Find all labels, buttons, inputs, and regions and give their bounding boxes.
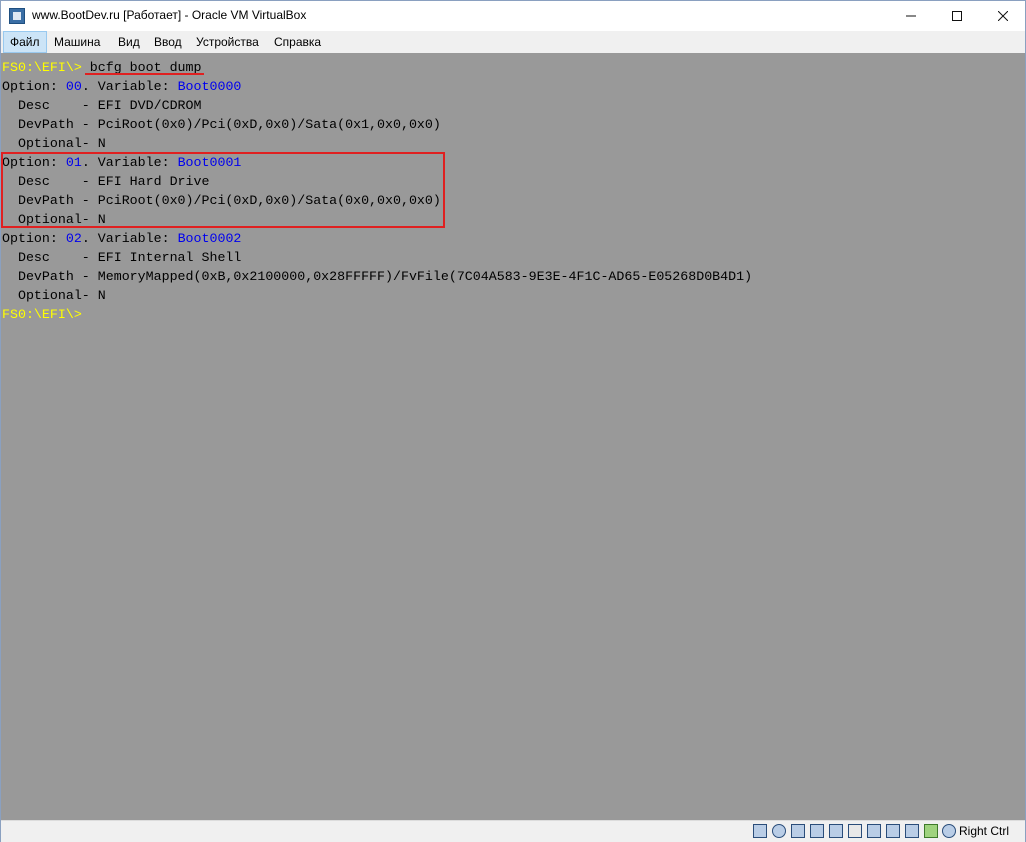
final-prompt-line: FS0:\EFI\> (2, 305, 82, 324)
desc-line-00: Desc - EFI DVD/CDROM (2, 98, 202, 113)
optical-drive-icon[interactable] (772, 824, 786, 838)
option-line-00: Option: 00. Variable: Boot0000 (2, 79, 242, 94)
virtualbox-window: www.BootDev.ru [Работает] - Oracle VM Vi… (0, 0, 1026, 842)
virtualbox-app-icon (9, 8, 25, 24)
minimize-icon (906, 15, 916, 17)
close-button[interactable] (980, 1, 1026, 31)
usb-icon[interactable] (829, 824, 843, 838)
option-variable: Boot0002 (177, 231, 242, 246)
hard-disk-icon[interactable] (753, 824, 767, 838)
close-icon (998, 11, 1008, 21)
menu-file[interactable]: Файл (3, 31, 47, 53)
option-number: 02 (65, 231, 82, 246)
menu-help[interactable]: Справка (268, 31, 327, 53)
menu-machine[interactable]: Машина (48, 31, 106, 53)
menu-input[interactable]: Ввод (148, 31, 188, 53)
vm-console-screen[interactable]: FS0:\EFI\> bcfg boot dump Option: 00. Va… (1, 53, 1025, 820)
devpath-line-02: DevPath - MemoryMapped(0xB,0x2100000,0x2… (2, 269, 753, 284)
title-bar[interactable]: www.BootDev.ru [Работает] - Oracle VM Vi… (1, 1, 1025, 31)
menu-bar: Файл Машина Вид Ввод Устройства Справка (1, 31, 1025, 53)
option-number: 00 (65, 79, 82, 94)
maximize-icon (952, 11, 962, 21)
audio-icon[interactable] (791, 824, 805, 838)
minimize-button[interactable] (888, 1, 934, 31)
shell-prompt: FS0:\EFI\> (2, 307, 82, 322)
shell-prompt: FS0:\EFI\> (2, 60, 82, 75)
network-icon[interactable] (810, 824, 824, 838)
window-title: www.BootDev.ru [Работает] - Oracle VM Vi… (32, 8, 307, 22)
command-underline-annotation (85, 73, 204, 75)
devpath-line-00: DevPath - PciRoot(0x0)/Pci(0xD,0x0)/Sata… (2, 117, 441, 132)
desc-line-02: Desc - EFI Internal Shell (2, 250, 242, 265)
maximize-button[interactable] (934, 1, 980, 31)
status-bar: Right Ctrl (1, 820, 1025, 842)
optional-line-02: Optional- N (2, 288, 106, 303)
option-variable: Boot0000 (177, 79, 242, 94)
host-key-label: Right Ctrl (959, 824, 1010, 838)
mouse-integration-icon[interactable] (924, 824, 938, 838)
highlight-box-annotation (1, 152, 445, 228)
display-icon[interactable] (867, 824, 881, 838)
menu-devices[interactable]: Устройства (190, 31, 265, 53)
cpu-icon[interactable] (905, 824, 919, 838)
optional-line-00: Optional- N (2, 136, 106, 151)
keyboard-icon[interactable] (942, 824, 956, 838)
shared-folders-icon[interactable] (848, 824, 862, 838)
menu-view[interactable]: Вид (112, 31, 146, 53)
video-capture-icon[interactable] (886, 824, 900, 838)
option-line-02: Option: 02. Variable: Boot0002 (2, 231, 242, 246)
